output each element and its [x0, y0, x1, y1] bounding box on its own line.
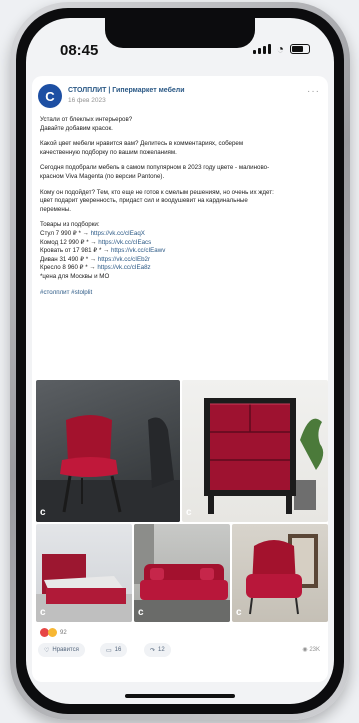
share-icon: ↷	[150, 647, 156, 654]
text-line: перемены.	[40, 205, 71, 213]
goods-item: Кровать от 17 981 ₽ * → https://vk.cc/cI…	[40, 247, 320, 256]
chair-illustration	[36, 415, 180, 522]
hashtags: #столплит #stolplit	[40, 289, 320, 298]
signal-icon	[252, 44, 271, 54]
post-card: C СТОЛПЛИТ | Гипермаркет мебели 16 фев 2…	[32, 76, 328, 682]
text-line: красном Viva Magenta (по версии Pantone)…	[40, 172, 165, 180]
goods-item-label: Кровать от 17 981 ₽ * →	[40, 247, 111, 255]
post-actions: ♡ Нравится ▭ 16 ↷ 12 ◉ 23K	[38, 643, 320, 659]
goods-list: Товары из подборки: Стул 7 990 ₽ * → htt…	[40, 221, 320, 281]
goods-item-label: Комод 12 990 ₽ * →	[40, 238, 99, 246]
status-time: 08:45	[60, 42, 99, 59]
emoji-reaction-icon	[48, 628, 57, 637]
paragraph-3: Сегодня подобрали мебель в самом популяр…	[40, 164, 320, 181]
share-button[interactable]: ↷ 12	[144, 643, 171, 657]
bed-illustration	[36, 554, 132, 622]
wifi-icon: ◔	[276, 42, 284, 56]
paragraph-4: Кому он подойдет? Тем, кто еще не готов …	[40, 189, 320, 215]
hashtag-links[interactable]: #столплит #stolplit	[40, 289, 92, 296]
author-name[interactable]: СТОЛПЛИТ | Гипермаркет мебели	[68, 87, 185, 94]
phone-frame: 08:45 ◔ C СТОЛПЛИТ | Гипермаркет мебели …	[10, 2, 350, 720]
reactions-count: 92	[60, 629, 67, 636]
brand-logo-icon: c	[40, 607, 46, 618]
brand-logo-icon: c	[138, 607, 144, 618]
price-footnote: *цена для Москвы и МО	[40, 272, 110, 280]
photo-gallery: c c c c c	[36, 380, 328, 622]
views-count: 23K	[309, 647, 320, 653]
photo-armchair[interactable]: c	[232, 524, 328, 622]
text-line: Сегодня подобрали мебель в самом популяр…	[40, 164, 270, 172]
goods-title: Товары из подборки:	[40, 221, 100, 229]
goods-link[interactable]: https://vk.cc/cIEawv	[111, 247, 165, 254]
brand-logo-icon: c	[186, 507, 192, 518]
text-line: качественную подборку по вашим пожелания…	[40, 148, 177, 156]
home-indicator[interactable]	[125, 694, 235, 698]
comment-button[interactable]: ▭ 16	[100, 643, 128, 657]
goods-link[interactable]: https://vk.cc/cIEacs	[98, 239, 151, 246]
paragraph-2: Какой цвет мебели нравится вам? Делитесь…	[40, 140, 320, 157]
battery-icon	[290, 44, 310, 54]
like-label: Нравится	[52, 647, 79, 653]
goods-item: Диван 31 490 ₽ * → https://vk.cc/cIEb2r	[40, 256, 320, 265]
reactions[interactable]: 92	[40, 628, 67, 637]
photo-dresser[interactable]: c	[182, 380, 328, 522]
goods-link[interactable]: https://vk.cc/cIEaqX	[91, 230, 145, 237]
goods-item: Стул 7 990 ₽ * → https://vk.cc/cIEaqX	[40, 230, 320, 239]
goods-item-label: Диван 31 490 ₽ * →	[40, 255, 98, 263]
post-text: Устали от блеклых интерьеров? Давайте до…	[40, 116, 320, 304]
goods-item: Комод 12 990 ₽ * → https://vk.cc/cIEacs	[40, 239, 320, 248]
text-line: Кому он подойдет? Тем, кто еще не готов …	[40, 188, 274, 196]
dresser-illustration	[204, 398, 324, 514]
photo-sofa[interactable]: c	[134, 524, 230, 622]
status-icons: ◔	[252, 42, 310, 56]
post-header: C СТОЛПЛИТ | Гипермаркет мебели 16 фев 2…	[38, 84, 320, 110]
more-options-icon[interactable]: ···	[307, 86, 320, 97]
sofa-illustration	[134, 524, 230, 622]
paragraph-1: Устали от блеклых интерьеров? Давайте до…	[40, 116, 320, 133]
text-line: Устали от блеклых интерьеров?	[40, 116, 133, 123]
text-line: Какой цвет мебели нравится вам? Делитесь…	[40, 140, 244, 148]
dynamic-island	[105, 18, 255, 48]
views-counter: ◉ 23K	[302, 646, 320, 653]
phone-bezel: 08:45 ◔ C СТОЛПЛИТ | Гипермаркет мебели …	[16, 8, 344, 714]
eye-icon: ◉	[302, 647, 308, 653]
armchair-illustration	[246, 534, 318, 615]
goods-link[interactable]: https://vk.cc/cIEa8z	[97, 264, 150, 271]
text-line: цвет подарит уверенность, придаст сил и …	[40, 197, 248, 205]
status-bar: 08:45 ◔	[26, 18, 334, 70]
goods-item-label: Стул 7 990 ₽ * →	[40, 229, 91, 237]
comments-count: 16	[114, 647, 122, 653]
author-avatar[interactable]: C	[38, 84, 62, 108]
post-date[interactable]: 16 фев 2023	[68, 97, 106, 104]
like-button[interactable]: ♡ Нравится	[38, 643, 85, 657]
goods-item: Кресло 8 960 ₽ * → https://vk.cc/cIEa8z	[40, 264, 320, 273]
goods-link[interactable]: https://vk.cc/cIEb2r	[98, 256, 150, 263]
photo-chair[interactable]: c	[36, 380, 180, 522]
goods-item-label: Кресло 8 960 ₽ * →	[40, 264, 98, 272]
brand-logo-icon: c	[40, 507, 46, 518]
brand-logo-icon: c	[236, 607, 242, 618]
heart-outline-icon: ♡	[44, 647, 50, 654]
photo-bed[interactable]: c	[36, 524, 132, 622]
shares-count: 12	[158, 647, 165, 653]
text-line: Давайте добавим красок.	[40, 124, 113, 132]
phone-screen: 08:45 ◔ C СТОЛПЛИТ | Гипермаркет мебели …	[26, 18, 334, 704]
comment-icon: ▭	[106, 647, 112, 654]
